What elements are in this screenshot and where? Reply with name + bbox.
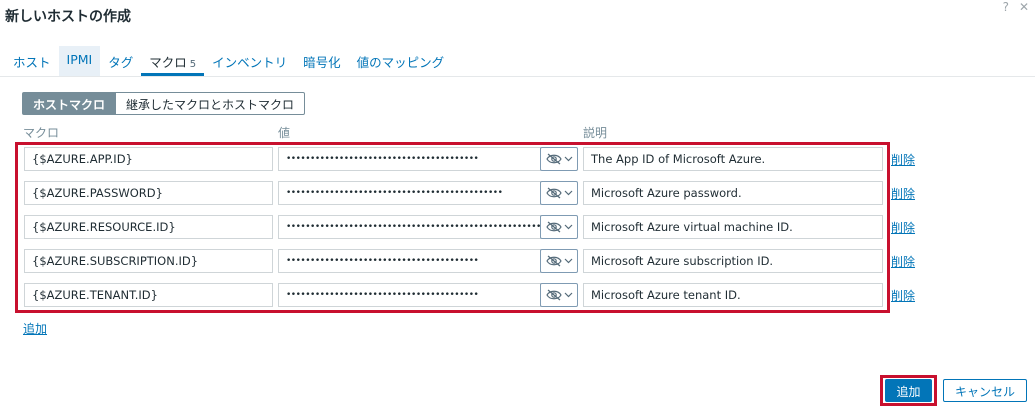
add-button[interactable]: 追加 (885, 379, 932, 402)
tab-value-mapping[interactable]: 値のマッピング (349, 46, 453, 76)
delete-macro-link[interactable]: 削除 (891, 185, 915, 202)
macro-scope-switch: ホストマクロ 継承したマクロとホストマクロ (22, 92, 306, 115)
add-macro-link[interactable]: 追加 (23, 320, 47, 337)
tab-bar: ホスト IPMI タグ マクロ 5 インベントリ 暗号化 値のマッピング (5, 46, 452, 76)
dialog-title: 新しいホストの作成 (5, 9, 131, 25)
tab-label: IPMI (66, 52, 93, 67)
tab-label: 値のマッピング (356, 55, 445, 70)
tab-inventory[interactable]: インベントリ (204, 46, 295, 76)
column-header-description: 説明 (583, 126, 608, 140)
tab-label: マクロ (149, 55, 187, 70)
tab-ipmi[interactable]: IPMI (58, 46, 101, 76)
help-icon[interactable]: ? (1003, 0, 1009, 14)
tab-label: ホスト (13, 55, 51, 70)
tab-macros[interactable]: マクロ 5 (141, 46, 205, 76)
cancel-button[interactable]: キャンセル (943, 379, 1027, 402)
tab-tags[interactable]: タグ (100, 46, 141, 76)
host-macros-button[interactable]: ホストマクロ (22, 92, 117, 115)
highlight-frame (15, 142, 890, 313)
delete-macro-link[interactable]: 削除 (891, 253, 915, 270)
delete-macro-link[interactable]: 削除 (891, 287, 915, 304)
tab-label: タグ (108, 55, 134, 70)
tab-label: インベントリ (212, 55, 288, 70)
column-header-value: 値 (278, 126, 291, 140)
dialog-controls: ? ✕ (1003, 0, 1029, 14)
tab-label: 暗号化 (303, 55, 341, 70)
close-icon[interactable]: ✕ (1019, 0, 1029, 14)
inherited-macros-button[interactable]: 継承したマクロとホストマクロ (116, 92, 306, 115)
delete-macro-link[interactable]: 削除 (891, 151, 915, 168)
tab-encryption[interactable]: 暗号化 (295, 46, 349, 76)
tab-divider (0, 76, 1035, 77)
delete-macro-link[interactable]: 削除 (891, 219, 915, 236)
tab-host[interactable]: ホスト (5, 46, 59, 76)
column-header-macro: マクロ (23, 126, 60, 140)
tab-count-badge: 5 (189, 59, 197, 70)
